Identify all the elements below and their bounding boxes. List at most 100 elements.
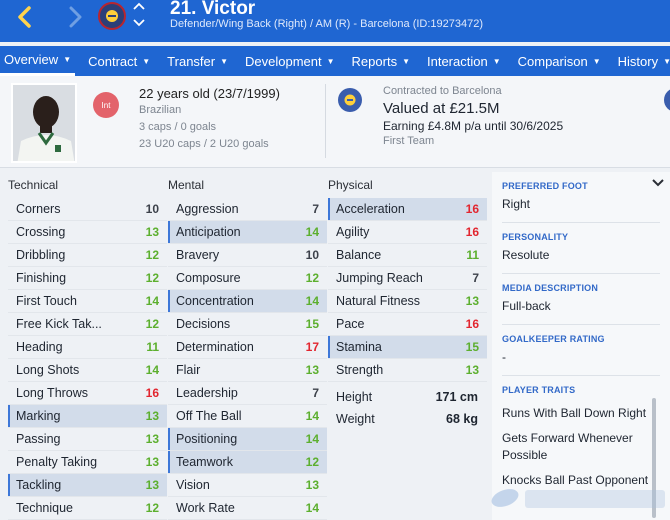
attribute-row[interactable]: Jumping Reach 7 <box>328 267 487 290</box>
attribute-row[interactable]: Stamina 15 <box>328 336 487 359</box>
technical-heading: Technical <box>8 178 59 192</box>
attribute-row[interactable]: Tackling 13 <box>8 474 167 497</box>
attribute-value: 13 <box>145 478 159 492</box>
goalkeeper-rating-value: - <box>502 350 506 364</box>
personality-value: Resolute <box>502 248 550 262</box>
attribute-row[interactable]: Work Rate 14 <box>168 497 327 520</box>
attribute-name: Flair <box>176 363 201 377</box>
attribute-row[interactable]: Long Throws 16 <box>8 382 167 405</box>
player-age: 22 years old (23/7/1999) <box>139 86 280 101</box>
attribute-row[interactable]: Marking 13 <box>8 405 167 428</box>
tab-contract[interactable]: Contract ▼ <box>84 46 154 76</box>
tab-development[interactable]: Development ▼ <box>241 46 339 76</box>
weight-value: 68 kg <box>446 412 478 426</box>
attribute-value: 14 <box>305 432 319 446</box>
trait-item: Gets Forward Whenever Possible <box>502 431 633 462</box>
attribute-row[interactable]: Teamwork 12 <box>168 451 327 474</box>
player-nationality: Brazilian <box>139 104 182 116</box>
player-cycle-arrows-icon[interactable] <box>132 0 146 30</box>
attribute-row[interactable]: Corners 10 <box>8 198 167 221</box>
attribute-name: Technique <box>16 501 73 515</box>
technical-attributes: Technical Corners 10 Crossing 13 Dribbling 12… <box>8 178 167 520</box>
attribute-value: 13 <box>305 363 319 377</box>
attribute-row[interactable]: Pace 16 <box>328 313 487 336</box>
attribute-row[interactable]: Positioning 14 <box>168 428 327 451</box>
squad-status: First Team <box>383 135 435 147</box>
club-crest-icon[interactable] <box>338 88 362 112</box>
contract-status: Contracted to Barcelona <box>383 85 502 97</box>
attribute-row[interactable]: Agility 16 <box>328 221 487 244</box>
chevron-down-icon: ▼ <box>220 56 229 66</box>
attribute-row[interactable]: Acceleration 16 <box>328 198 487 221</box>
attribute-row[interactable]: Strength 13 <box>328 359 487 382</box>
tab-label: Transfer <box>167 53 216 69</box>
goalkeeper-rating-title: GOALKEEPER RATING <box>502 334 605 344</box>
mental-heading: Mental <box>168 178 205 192</box>
attribute-row[interactable]: Composure 12 <box>168 267 327 290</box>
attribute-value: 14 <box>305 409 319 423</box>
player-position-club: Defender/Wing Back (Right) / AM (R) - Ba… <box>170 18 484 30</box>
chevron-down-icon: ▼ <box>592 56 601 66</box>
attribute-row[interactable]: Heading 11 <box>8 336 167 359</box>
attribute-row[interactable]: Technique 12 <box>8 497 167 520</box>
tab-history[interactable]: History ▼ <box>614 46 670 76</box>
attribute-value: 11 <box>146 340 159 354</box>
forward-arrow-icon[interactable] <box>64 6 86 28</box>
attribute-row[interactable]: Penalty Taking 13 <box>8 451 167 474</box>
tab-label: Development <box>245 53 322 69</box>
attribute-value: 10 <box>145 202 159 216</box>
attribute-row[interactable]: Crossing 13 <box>8 221 167 244</box>
club-crest-icon[interactable] <box>98 2 126 30</box>
physical-attributes: Physical Acceleration 16 Agility 16 Balance 1… <box>328 178 487 382</box>
attribute-value: 15 <box>305 317 319 331</box>
tab-comparison[interactable]: Comparison ▼ <box>514 46 605 76</box>
attribute-row[interactable]: Aggression 7 <box>168 198 327 221</box>
attribute-row[interactable]: Determination 17 <box>168 336 327 359</box>
tab-label: Reports <box>351 53 398 69</box>
attribute-row[interactable]: Vision 13 <box>168 474 327 497</box>
section-divider <box>502 222 660 223</box>
tab-interaction[interactable]: Interaction ▼ <box>423 46 505 76</box>
player-caps: 3 caps / 0 goals <box>139 121 217 133</box>
attribute-name: Balance <box>336 248 382 262</box>
tab-overview[interactable]: Overview ▼ <box>0 46 76 76</box>
attribute-name: Teamwork <box>176 455 233 469</box>
attribute-row[interactable]: Flair 13 <box>168 359 327 382</box>
attribute-name: Pace <box>336 317 365 331</box>
attribute-value: 13 <box>145 432 159 446</box>
tab-transfer[interactable]: Transfer ▼ <box>163 46 232 76</box>
attribute-row[interactable]: Passing 13 <box>8 428 167 451</box>
attribute-row[interactable]: Decisions 15 <box>168 313 327 336</box>
physical-list: Acceleration 16 Agility 16 Balance 11 Jumping … <box>328 198 487 382</box>
back-arrow-icon[interactable] <box>14 6 36 28</box>
attribute-row[interactable]: Concentration 14 <box>168 290 327 313</box>
attribute-name: Finishing <box>16 271 67 285</box>
attribute-row[interactable]: Bravery 10 <box>168 244 327 267</box>
attribute-row[interactable]: Free Kick Tak... 12 <box>8 313 167 336</box>
attribute-value: 7 <box>472 271 479 285</box>
attribute-row[interactable]: Balance 11 <box>328 244 487 267</box>
media-description-section: MEDIA DESCRIPTION Full-back <box>502 283 662 315</box>
attribute-name: Jumping Reach <box>336 271 423 285</box>
attribute-row[interactable]: Leadership 7 <box>168 382 327 405</box>
attribute-value: 12 <box>145 501 159 515</box>
international-badge: Int <box>93 92 119 118</box>
trait-item: Runs With Ball Down Right <box>502 406 647 420</box>
attribute-value: 16 <box>465 317 479 331</box>
attribute-name: Heading <box>16 340 63 354</box>
tab-label: History <box>617 53 659 69</box>
attribute-row[interactable]: Dribbling 12 <box>8 244 167 267</box>
player-photo <box>11 83 77 163</box>
profile-divider <box>325 84 326 158</box>
attribute-row[interactable]: Natural Fitness 13 <box>328 290 487 313</box>
attribute-row[interactable]: First Touch 14 <box>8 290 167 313</box>
attribute-row[interactable]: Finishing 12 <box>8 267 167 290</box>
attribute-row[interactable]: Off The Ball 14 <box>168 405 327 428</box>
attribute-value: 16 <box>465 202 479 216</box>
attribute-name: Agility <box>336 225 370 239</box>
section-divider <box>502 273 660 274</box>
attribute-row[interactable]: Long Shots 14 <box>8 359 167 382</box>
preferred-foot-value: Right <box>502 197 531 211</box>
attribute-row[interactable]: Anticipation 14 <box>168 221 327 244</box>
tab-reports[interactable]: Reports ▼ <box>348 46 414 76</box>
